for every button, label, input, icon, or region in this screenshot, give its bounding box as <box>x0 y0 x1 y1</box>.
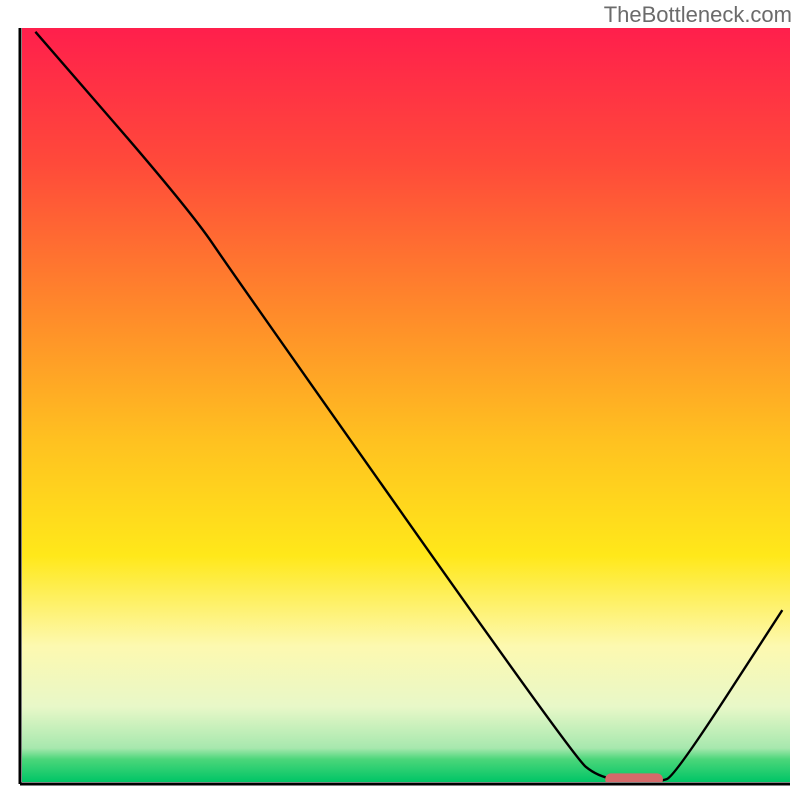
gradient-background <box>22 28 790 782</box>
chart-svg <box>0 0 800 800</box>
bottleneck-chart: TheBottleneck.com <box>0 0 800 800</box>
watermark-text: TheBottleneck.com <box>604 2 792 28</box>
